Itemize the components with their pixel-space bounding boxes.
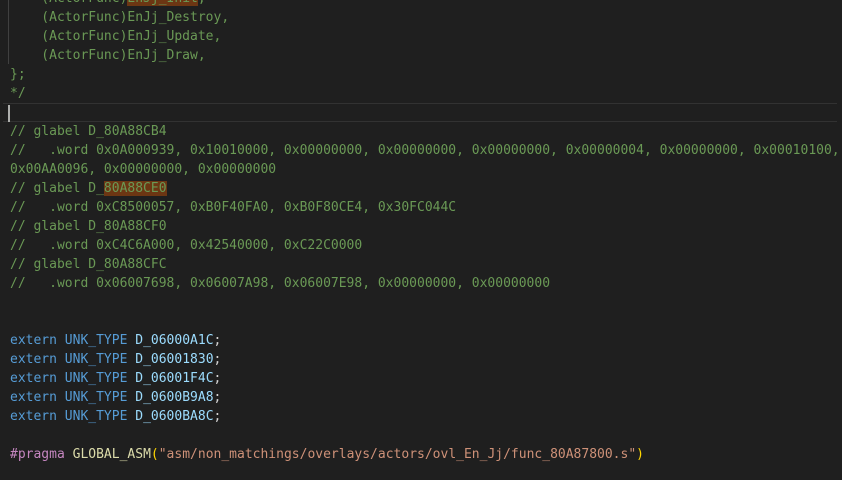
code-token: // glabel D_80A88CF0 [10, 219, 167, 234]
code-token: UNK_TYPE [65, 390, 128, 405]
code-line[interactable]: (ActorFunc)EnJj_Destroy, [0, 8, 842, 27]
code-line[interactable]: }; [0, 65, 842, 84]
text-cursor [8, 105, 10, 122]
find-match-highlight: 80A88CE0 [104, 181, 167, 196]
code-lines: (ActorFunc)EnJj_Init, (ActorFunc)EnJj_De… [0, 0, 842, 464]
code-token: // glabel D_ [10, 181, 104, 196]
code-line[interactable]: extern UNK_TYPE D_0600BA8C; [0, 407, 842, 426]
code-token: extern [10, 333, 57, 348]
code-token: GLOBAL_ASM [73, 447, 151, 462]
code-token: UNK_TYPE [65, 333, 128, 348]
code-token: ; [214, 371, 222, 386]
code-token: extern [10, 352, 57, 367]
code-line[interactable]: (ActorFunc)EnJj_Init, [0, 0, 842, 8]
code-line[interactable] [0, 312, 842, 331]
code-token: */ [10, 86, 26, 101]
code-token: (ActorFunc)EnJj_Update, [10, 29, 221, 44]
code-line[interactable]: // .word 0xC4C6A000, 0x42540000, 0xC22C0… [0, 236, 842, 255]
code-line[interactable]: (ActorFunc)EnJj_Update, [0, 27, 842, 46]
code-token: (ActorFunc) [10, 0, 127, 6]
code-line[interactable]: // .word 0x06007698, 0x06007A98, 0x06007… [0, 274, 842, 293]
code-token: (ActorFunc)EnJj_Draw, [10, 48, 206, 63]
code-token: // glabel D_80A88CB4 [10, 124, 167, 139]
code-token: UNK_TYPE [65, 352, 128, 367]
code-line[interactable]: extern UNK_TYPE D_06001830; [0, 350, 842, 369]
code-line[interactable] [0, 426, 842, 445]
code-line[interactable]: extern UNK_TYPE D_06000A1C; [0, 331, 842, 350]
code-token: 0x00AA0096, 0x00000000, 0x00000000 [10, 162, 276, 177]
code-token: extern [10, 371, 57, 386]
code-line[interactable]: // .word 0x0A000939, 0x10010000, 0x00000… [0, 141, 842, 160]
code-line[interactable]: // .word 0xC8500057, 0xB0F40FA0, 0xB0F80… [0, 198, 842, 217]
code-token: }; [10, 67, 26, 82]
code-line[interactable]: extern UNK_TYPE D_0600B9A8; [0, 388, 842, 407]
code-token [65, 447, 73, 462]
code-token: D_0600B9A8 [135, 390, 213, 405]
code-token: extern [10, 390, 57, 405]
code-line[interactable]: (ActorFunc)EnJj_Draw, [0, 46, 842, 65]
code-token: #pragma [10, 447, 65, 462]
code-token: // .word 0xC4C6A000, 0x42540000, 0xC22C0… [10, 238, 362, 253]
code-token: D_06001F4C [135, 371, 213, 386]
code-token [57, 352, 65, 367]
code-token [57, 333, 65, 348]
code-token: (ActorFunc)EnJj_Destroy, [10, 10, 229, 25]
code-token [57, 371, 65, 386]
code-line[interactable]: // glabel D_80A88CE0 [0, 179, 842, 198]
code-token: ( [151, 447, 159, 462]
code-token: UNK_TYPE [65, 409, 128, 424]
code-line[interactable]: */ [0, 84, 842, 103]
code-token: ; [214, 333, 222, 348]
code-token: ; [214, 352, 222, 367]
code-token: // .word 0x0A000939, 0x10010000, 0x00000… [10, 143, 840, 158]
code-line[interactable]: // glabel D_80A88CB4 [0, 122, 842, 141]
code-editor[interactable]: (ActorFunc)EnJj_Init, (ActorFunc)EnJj_De… [0, 0, 842, 480]
code-token: D_06000A1C [135, 333, 213, 348]
code-token: ; [214, 390, 222, 405]
code-token: // .word 0xC8500057, 0xB0F40FA0, 0xB0F80… [10, 200, 456, 215]
code-token: UNK_TYPE [65, 371, 128, 386]
code-token [57, 390, 65, 405]
find-match-highlight: EnJj_Init [127, 0, 197, 6]
code-line[interactable]: 0x00AA0096, 0x00000000, 0x00000000 [0, 160, 842, 179]
code-token: "asm/non_matchings/overlays/actors/ovl_E… [159, 447, 636, 462]
code-token: // .word 0x06007698, 0x06007A98, 0x06007… [10, 276, 550, 291]
code-token: D_06001830 [135, 352, 213, 367]
code-line[interactable]: // glabel D_80A88CF0 [0, 217, 842, 236]
current-code-line[interactable] [3, 103, 837, 122]
code-line[interactable]: // glabel D_80A88CFC [0, 255, 842, 274]
code-line[interactable]: #pragma GLOBAL_ASM("asm/non_matchings/ov… [0, 445, 842, 464]
code-token [57, 409, 65, 424]
code-token: // glabel D_80A88CFC [10, 257, 167, 272]
code-token: extern [10, 409, 57, 424]
code-token: ; [214, 409, 222, 424]
code-token: ) [636, 447, 644, 462]
code-token: , [198, 0, 206, 6]
code-line[interactable]: extern UNK_TYPE D_06001F4C; [0, 369, 842, 388]
code-token: D_0600BA8C [135, 409, 213, 424]
code-line[interactable] [0, 293, 842, 312]
